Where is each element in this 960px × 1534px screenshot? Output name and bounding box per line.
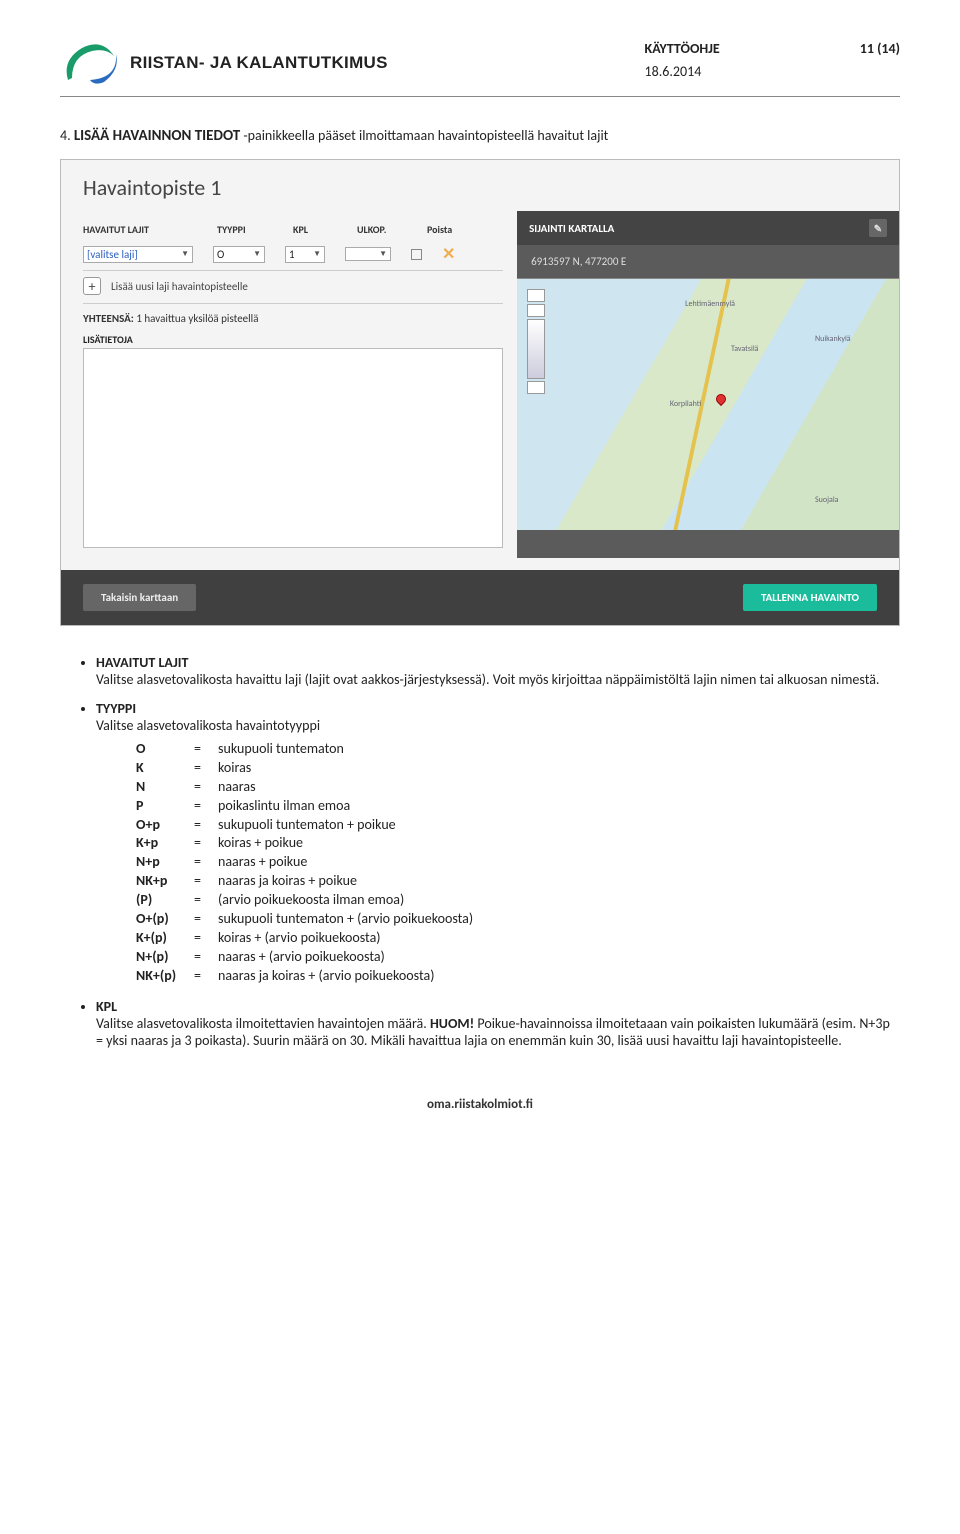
footer-url: oma.riistakolmiot.fi [60,1071,900,1122]
map-place-label: Lehtimäenmylä [685,299,735,309]
coordinates: 6913597 N, 477200 E [517,245,899,278]
chevron-down-icon: ▼ [253,249,261,259]
section-number: 4. [60,127,71,144]
logo-icon [60,40,120,86]
app-panel: Havaintopiste 1 HAVAITUT LAJIT TYYPPI KP… [60,159,900,626]
edit-icon[interactable]: ✎ [869,219,887,237]
col-kpl: KPL [293,223,333,236]
bullet1-text: Valitse alasvetovalikosta havaittu laji … [96,671,879,688]
map-place-label: Korpilahti [670,399,701,409]
bullet3-text-a: Valitse alasvetovalikosta ilmoitettavien… [96,1015,430,1032]
map-zoom-slider[interactable] [527,319,545,379]
map-pin-icon [714,392,728,406]
textarea-label: LISÄTIETOJA [83,329,503,348]
add-button[interactable]: + [83,277,101,295]
col-ulkop: ULKOP. [357,223,403,236]
select-ulkop[interactable]: ▼ [345,247,391,261]
select-tyyppi[interactable]: O▼ [213,246,265,263]
select-kpl[interactable]: 1▼ [285,246,325,263]
col-poista: Poista [427,223,467,236]
doc-date: 18.6.2014 [645,63,900,80]
col-tyyppi: TYYPPI [217,223,269,236]
org-name: RIISTAN- JA KALANTUTKIMUS [130,53,388,73]
section-rest: -painikkeella pääset ilmoittamaan havain… [240,127,608,144]
table-row: [valitse laji]▼ O▼ 1▼ ▼ ✕ [83,240,503,268]
bullet1-title: HAVAITUT LAJIT [96,654,188,671]
map-place-label: Nuikankylä [815,334,851,344]
save-button[interactable]: TALLENNA HAVAINTO [743,584,877,611]
chevron-down-icon: ▼ [313,249,321,259]
section-title: LISÄÄ HAVAINNON TIEDOT [74,127,240,145]
map-zoom-out[interactable]: − [527,381,545,394]
page-number: 11 (14) [860,40,900,57]
doc-type: KÄYTTÖOHJE [645,40,720,57]
panel-title: Havaintopiste 1 [61,160,899,211]
map-pan-icon[interactable]: ✥ [527,289,545,302]
summary-text: 1 havaittua yksilöä pisteellä [134,312,259,325]
checkbox[interactable] [411,249,422,260]
table-header: HAVAITUT LAJIT TYYPPI KPL ULKOP. Poista [83,219,503,240]
delete-icon[interactable]: ✕ [442,244,455,264]
map[interactable]: ✥ + − Korpilahti Tavatsilä Suojala Nuika… [517,278,899,530]
chevron-down-icon: ▼ [181,249,189,259]
map-place-label: Suojala [815,495,839,505]
type-table: O=sukupuoli tuntematon K=koiras N=naaras… [136,740,890,986]
notes-textarea[interactable] [83,348,503,548]
location-title: SIJAINTI KARTALLA [529,222,614,235]
bullet2-text: Valitse alasvetovalikosta havaintotyyppi [96,717,320,734]
bullet2-title: TYYPPI [96,700,136,717]
header-rule [60,96,900,97]
select-laji[interactable]: [valitse laji]▼ [83,246,193,263]
map-zoom-in[interactable]: + [527,304,545,317]
back-button[interactable]: Takaisin karttaan [83,584,196,611]
bullet3-huom: HUOM! [430,1015,474,1032]
map-place-label: Tavatsilä [731,344,759,354]
add-label: Lisää uusi laji havaintopisteelle [111,280,248,293]
chevron-down-icon: ▼ [379,249,387,259]
bullet3-title: KPL [96,998,117,1015]
summary-label: YHTEENSÄ: [83,312,134,325]
col-lajit: HAVAITUT LAJIT [83,223,193,236]
